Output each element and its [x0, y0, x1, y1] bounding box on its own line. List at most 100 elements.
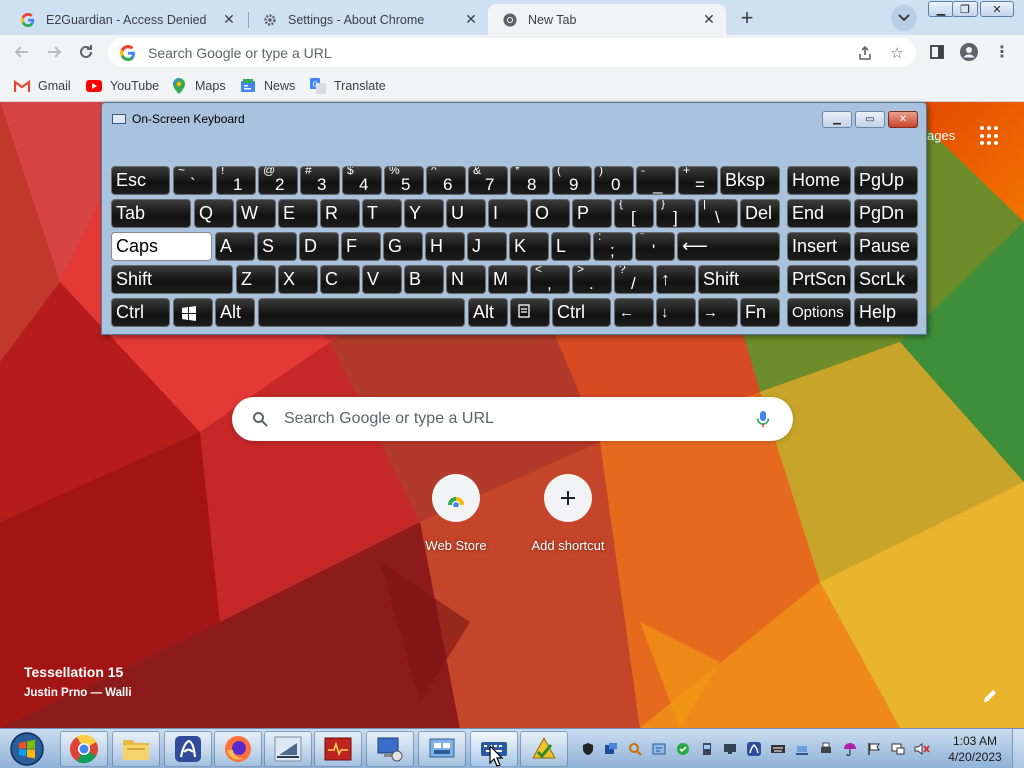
taskbar-remote-desktop[interactable]: [366, 731, 414, 767]
address-input[interactable]: [148, 44, 828, 61]
taskbar-security-check[interactable]: [520, 731, 568, 767]
minimize-window-icon[interactable]: ▁: [928, 1, 954, 17]
key-open-bracket[interactable]: {[: [614, 199, 654, 228]
key-arrow-left[interactable]: ←: [614, 298, 654, 327]
key-l[interactable]: L: [551, 232, 591, 261]
background-author[interactable]: Justin Prno — Walli: [24, 687, 132, 699]
key-shift-left[interactable]: Shift: [111, 265, 233, 294]
bookmark-youtube[interactable]: YouTube: [86, 76, 159, 96]
tray-keyboard-icon[interactable]: [770, 741, 786, 757]
key-backspace[interactable]: Bksp: [720, 166, 780, 195]
key-enter[interactable]: ⟵: [677, 232, 780, 261]
back-arrow-icon[interactable]: [9, 39, 35, 65]
tray-arch-icon[interactable]: [746, 741, 762, 757]
key-equals[interactable]: + =: [678, 166, 718, 195]
tab-close-icon[interactable]: ✕: [462, 11, 480, 29]
osk-maximize-icon[interactable]: ▭: [855, 111, 885, 128]
key-u[interactable]: U: [446, 199, 486, 228]
key-8[interactable]: * 8: [510, 166, 550, 195]
key-del[interactable]: Del: [740, 199, 780, 228]
key-help[interactable]: Help: [854, 298, 918, 327]
tray-search-icon[interactable]: [627, 741, 643, 757]
tab-new-tab[interactable]: New Tab ✕: [488, 4, 726, 35]
key-g[interactable]: G: [383, 232, 423, 261]
key-ctrl-right[interactable]: Ctrl: [552, 298, 611, 327]
reload-icon[interactable]: [73, 39, 99, 65]
key-prtscn[interactable]: PrtScn: [787, 265, 851, 294]
key-4[interactable]: $4: [342, 166, 382, 195]
key-space[interactable]: [258, 298, 465, 327]
forward-arrow-icon[interactable]: [41, 39, 67, 65]
tab-close-icon[interactable]: ✕: [700, 11, 718, 29]
bookmark-news[interactable]: News: [240, 76, 295, 96]
bookmark-star-icon[interactable]: ☆: [888, 44, 906, 62]
tray-monitor-icon[interactable]: [722, 741, 738, 757]
share-icon[interactable]: [856, 44, 874, 62]
key-comma[interactable]: <,: [530, 265, 570, 294]
key-f[interactable]: F: [341, 232, 381, 261]
ntp-search-box[interactable]: [232, 397, 793, 441]
bookmark-translate[interactable]: G Translate: [310, 76, 386, 96]
key-windows[interactable]: [173, 298, 213, 327]
key-s[interactable]: S: [257, 232, 297, 261]
google-apps-icon[interactable]: [980, 126, 1000, 146]
key-b[interactable]: B: [404, 265, 444, 294]
osk-minimize-icon[interactable]: ▁: [822, 111, 852, 128]
key-insert[interactable]: Insert: [787, 232, 851, 261]
tray-green-app-icon[interactable]: [675, 741, 691, 757]
taskbar-chrome[interactable]: [60, 731, 108, 767]
tab-settings[interactable]: Settings - About Chrome ✕: [248, 4, 488, 35]
key-close-bracket[interactable]: }]: [656, 199, 696, 228]
key-tab[interactable]: Tab: [111, 199, 191, 228]
tray-umbrella-icon[interactable]: [842, 741, 858, 757]
osk-titlebar[interactable]: On-Screen Keyboard: [112, 112, 245, 126]
key-v[interactable]: V: [362, 265, 402, 294]
bookmark-gmail[interactable]: Gmail: [14, 76, 71, 96]
key-k[interactable]: K: [509, 232, 549, 261]
key-h[interactable]: H: [425, 232, 465, 261]
profile-avatar-icon[interactable]: [959, 42, 979, 62]
taskbar-arch[interactable]: [164, 731, 212, 767]
key-y[interactable]: Y: [404, 199, 444, 228]
key-pgdn[interactable]: PgDn: [854, 199, 918, 228]
key-7[interactable]: & 7: [468, 166, 508, 195]
key-fn[interactable]: Fn: [740, 298, 780, 327]
key-d[interactable]: D: [299, 232, 339, 261]
key-z[interactable]: Z: [236, 265, 276, 294]
tab-search-chevron-icon[interactable]: [891, 5, 917, 31]
taskbar-firefox[interactable]: [214, 731, 262, 767]
key-n[interactable]: N: [446, 265, 486, 294]
key-6[interactable]: ^ 6: [426, 166, 466, 195]
tray-app-icon[interactable]: [603, 741, 619, 757]
key-arrow-up[interactable]: ↑: [656, 265, 696, 294]
tray-tools-icon[interactable]: [651, 741, 667, 757]
key-r[interactable]: R: [320, 199, 360, 228]
key-3[interactable]: #3: [300, 166, 340, 195]
key-backtick[interactable]: ~ `: [173, 166, 213, 195]
start-button[interactable]: [4, 730, 50, 768]
tab-close-icon[interactable]: ✕: [220, 11, 238, 29]
tray-shield-icon[interactable]: [580, 741, 596, 757]
key-period[interactable]: >.: [572, 265, 612, 294]
voice-search-mic-icon[interactable]: [753, 409, 773, 429]
key-options[interactable]: Options: [787, 298, 851, 327]
kebab-menu-icon[interactable]: ⋮: [992, 42, 1012, 62]
key-shift-right[interactable]: Shift: [698, 265, 780, 294]
taskbar-ship-app[interactable]: [264, 731, 312, 767]
background-title[interactable]: Tessellation 15: [24, 664, 123, 680]
key-0[interactable]: ) 0: [594, 166, 634, 195]
new-tab-plus-icon[interactable]: +: [734, 5, 760, 31]
key-scrlk[interactable]: ScrLk: [854, 265, 918, 294]
key-pgup[interactable]: PgUp: [854, 166, 918, 195]
key-slash[interactable]: ? /: [614, 265, 654, 294]
key-alt-left[interactable]: Alt: [215, 298, 255, 327]
taskbar-monitor-app[interactable]: [314, 731, 362, 767]
key-minus[interactable]: - _: [636, 166, 676, 195]
tray-network-icon[interactable]: [794, 741, 810, 757]
key-x[interactable]: X: [278, 265, 318, 294]
key-2[interactable]: @2: [258, 166, 298, 195]
close-window-icon[interactable]: ✕: [980, 1, 1014, 17]
tray-display-icon[interactable]: [890, 741, 906, 757]
show-desktop-button[interactable]: [1012, 729, 1024, 768]
key-end[interactable]: End: [787, 199, 851, 228]
